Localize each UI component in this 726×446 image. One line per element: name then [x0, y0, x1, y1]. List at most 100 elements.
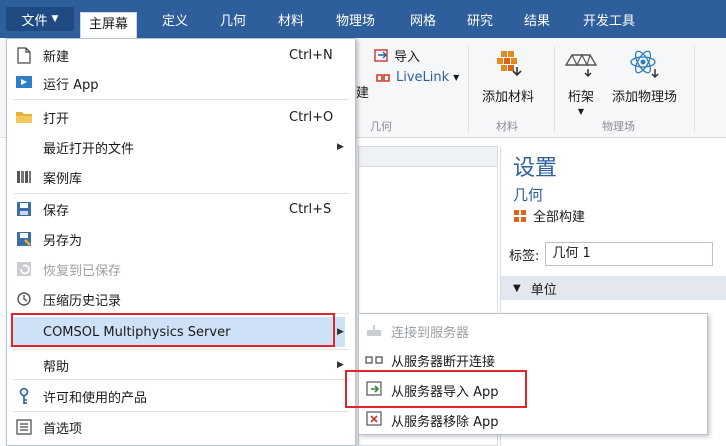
ribbon-divider: [468, 46, 469, 132]
livelink-button[interactable]: LiveLink ▼: [374, 70, 459, 85]
menu-separator: [13, 99, 349, 100]
menu-item-label: 另存为: [43, 233, 83, 249]
connect-server-icon: [365, 322, 383, 340]
menu-item-shortcut: Ctrl+S: [289, 201, 332, 217]
label-row: 标签: 几何 1: [509, 242, 714, 266]
menu-item-application-library[interactable]: 案例库: [7, 163, 355, 191]
menu-item-label: 保存: [43, 203, 70, 219]
menu-item-label: 新建: [43, 49, 70, 65]
server-submenu: 连接到服务器 从服务器断开连接 从服务器导入 App 从服务器移除 App: [358, 313, 708, 435]
label-caption: 标签:: [509, 248, 540, 264]
menu-item-label: 首选项: [43, 421, 83, 437]
menu-item-label: 最近打开的文件: [43, 141, 135, 157]
disconnect-server-icon: [365, 351, 383, 369]
menu-item-save-as[interactable]: 另存为: [7, 225, 355, 253]
menu-item-comsol-server[interactable]: COMSOL Multiphysics Server ▶: [13, 317, 345, 347]
ribbon-partial-label: 建: [356, 86, 370, 101]
chevron-down-icon: ▼: [513, 282, 521, 294]
menu-item-recent-files[interactable]: 最近打开的文件 ▶: [7, 133, 355, 161]
import-app-icon: [365, 381, 383, 399]
ribbon-tab-bar: 文件 ▼ 主屏幕 定义 几何 材料 物理场 网格 研究 结果 开发工具: [0, 0, 726, 38]
build-all-icon: [514, 209, 526, 222]
menu-item-compact-history[interactable]: 压缩历史记录: [7, 285, 355, 313]
tab-materials[interactable]: 材料: [278, 10, 304, 34]
submenu-arrow-icon: ▶: [337, 327, 344, 337]
file-menu-button[interactable]: 文件 ▼: [6, 7, 74, 31]
tab-home[interactable]: 主屏幕: [80, 12, 138, 38]
menu-item-licensed-products[interactable]: 许可和使用的产品: [7, 382, 355, 410]
save-icon: [15, 200, 33, 218]
menu-item-run-app[interactable]: 运行 App: [7, 69, 355, 97]
units-section-label: 单位: [530, 282, 557, 298]
menu-item-label: 帮助: [43, 359, 70, 375]
menu-item-shortcut: Ctrl+N: [289, 47, 333, 63]
add-physics-icon: [628, 48, 662, 80]
menu-item-label: 恢复到已保存: [43, 263, 122, 279]
truss-label: 桁架: [567, 90, 594, 105]
submenu-arrow-icon: ▶: [337, 142, 344, 152]
add-material-button[interactable]: 添加材料: [482, 48, 534, 105]
units-section-header[interactable]: ▼ 单位: [501, 276, 726, 300]
file-menu: 新建 Ctrl+N 运行 App 打开 Ctrl+O 最近打开的文件 ▶ 案例库…: [6, 38, 356, 446]
submenu-item-import-app[interactable]: 从服务器导入 App: [359, 376, 707, 404]
compact-history-icon: [15, 290, 33, 308]
truss-button[interactable]: 桁架 ▼: [564, 48, 598, 116]
open-folder-icon: [15, 108, 33, 126]
menu-item-revert-to-saved[interactable]: 恢复到已保存: [7, 255, 355, 283]
menu-item-open[interactable]: 打开 Ctrl+O: [7, 103, 355, 131]
add-physics-button[interactable]: 添加物理场: [612, 48, 677, 105]
truss-icon: [564, 48, 598, 80]
menu-item-label: 压缩历史记录: [43, 293, 122, 309]
ribbon-divider: [554, 46, 555, 132]
tab-developer[interactable]: 开发工具: [583, 10, 635, 34]
settings-title: 设置: [513, 156, 558, 181]
menu-item-save[interactable]: 保存 Ctrl+S: [7, 195, 355, 223]
ribbon-divider: [694, 46, 695, 132]
submenu-item-disconnect[interactable]: 从服务器断开连接: [359, 346, 707, 374]
add-material-icon: [491, 48, 525, 80]
menu-separator: [13, 193, 349, 194]
add-material-label: 添加材料: [482, 90, 535, 105]
ribbon-group-materials: 材料: [496, 120, 518, 133]
menu-item-label: COMSOL Multiphysics Server: [43, 324, 231, 340]
library-icon: [15, 168, 33, 186]
revert-icon: [15, 260, 33, 278]
tab-definitions[interactable]: 定义: [162, 10, 188, 34]
submenu-item-label: 从服务器断开连接: [391, 354, 496, 370]
menu-item-new[interactable]: 新建 Ctrl+N: [7, 41, 355, 69]
add-physics-label: 添加物理场: [612, 90, 678, 105]
menu-separator: [13, 379, 349, 380]
menu-item-preferences[interactable]: 首选项: [7, 413, 355, 441]
model-builder-header: [359, 147, 497, 167]
submenu-item-connect[interactable]: 连接到服务器: [359, 317, 707, 345]
ribbon-group-physics: 物理场: [602, 120, 635, 133]
ribbon-group-geometry: 几何: [370, 120, 392, 133]
tab-physics[interactable]: 物理场: [336, 10, 375, 34]
chevron-down-icon: ▼: [453, 73, 460, 82]
tab-study[interactable]: 研究: [467, 10, 493, 34]
menu-item-label: 许可和使用的产品: [43, 390, 148, 406]
menu-item-help[interactable]: 帮助 ▶: [7, 351, 355, 379]
submenu-item-remove-app[interactable]: 从服务器移除 App: [359, 406, 707, 434]
save-as-icon: [15, 230, 33, 248]
remove-app-icon: [365, 411, 383, 429]
menu-item-label: 打开: [43, 111, 70, 127]
new-file-icon: [15, 46, 33, 64]
file-menu-label: 文件: [21, 13, 48, 29]
menu-item-label: 案例库: [43, 171, 83, 187]
tab-results[interactable]: 结果: [524, 10, 550, 34]
run-app-icon: [15, 74, 33, 92]
submenu-item-label: 从服务器导入 App: [391, 384, 499, 400]
settings-subtitle: 几何: [513, 186, 544, 204]
label-field[interactable]: 几何 1: [545, 242, 714, 266]
preferences-icon: [15, 418, 33, 436]
tab-geometry[interactable]: 几何: [220, 10, 246, 34]
livelink-icon: [376, 73, 390, 82]
import-button[interactable]: 导入: [374, 46, 420, 65]
chevron-down-icon: ▼: [51, 14, 59, 24]
menu-item-label: 运行 App: [43, 77, 99, 93]
submenu-item-label: 连接到服务器: [391, 325, 470, 341]
tab-mesh[interactable]: 网格: [410, 10, 436, 34]
build-all-button[interactable]: 全部构建: [513, 206, 585, 225]
livelink-label: LiveLink: [396, 70, 450, 85]
